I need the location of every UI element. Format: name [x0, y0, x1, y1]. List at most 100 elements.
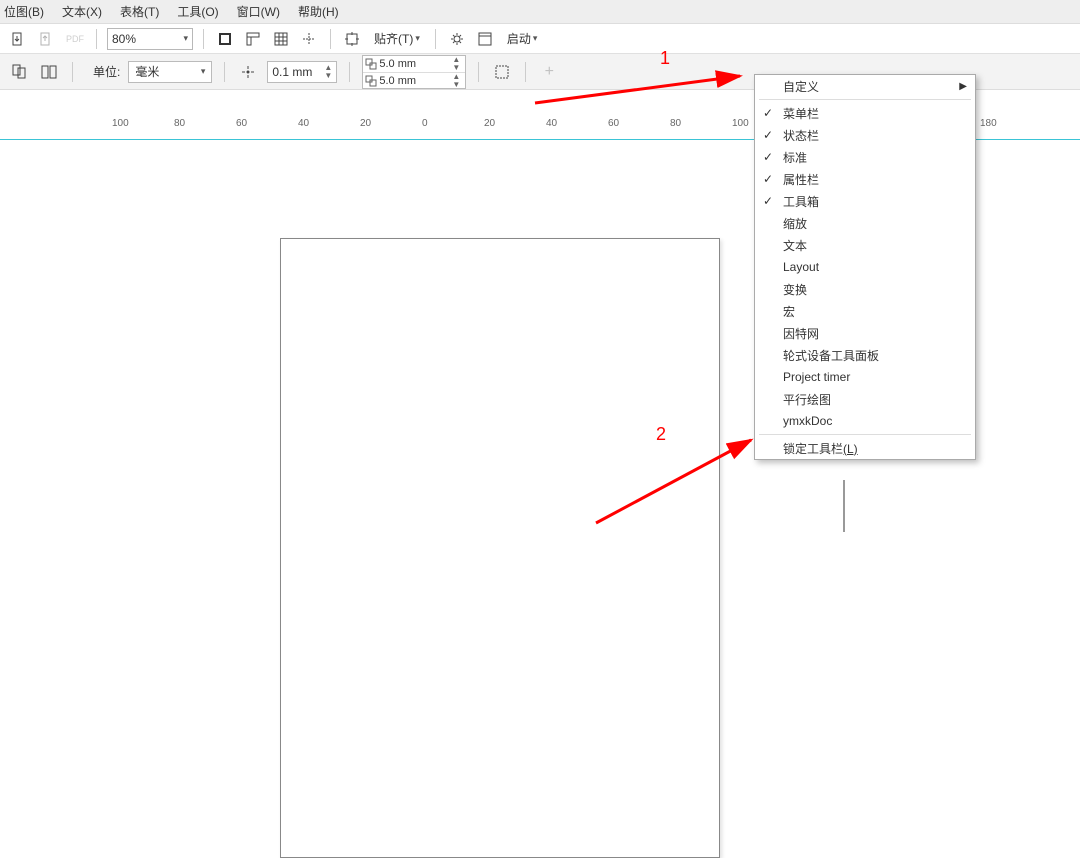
check-icon: ✓ — [763, 172, 773, 186]
unit-value: 毫米 — [135, 63, 159, 80]
toolbar-separator — [96, 29, 97, 49]
dup-y-icon — [365, 75, 377, 87]
zoom-value: 80% — [112, 32, 136, 46]
pdf-icon[interactable]: PDF — [64, 28, 86, 50]
menu-table[interactable]: 表格(T) — [120, 3, 159, 20]
cm-toolbar-item[interactable]: 轮式设备工具面板 — [755, 344, 975, 366]
cm-label: 工具箱 — [783, 193, 819, 210]
ruler-number: 40 — [298, 118, 309, 129]
spinner-icon[interactable]: ▲▼ — [449, 73, 463, 89]
cm-label: 轮式设备工具面板 — [783, 347, 879, 364]
orientation-landscape-icon[interactable] — [38, 61, 60, 83]
unit-label: 单位: — [93, 63, 120, 80]
cm-toolbar-item[interactable]: ✓ 工具箱 — [755, 190, 975, 212]
toolbar-separator — [478, 62, 479, 82]
chevron-down-icon: ▾ — [183, 33, 188, 44]
cm-label: 缩放 — [783, 215, 807, 232]
ruler-number: 60 — [236, 118, 247, 129]
nudge-anchor-icon[interactable] — [237, 61, 259, 83]
treat-as-filled-icon[interactable] — [491, 61, 513, 83]
dup-x-input[interactable]: 5.0 mm — [379, 58, 447, 70]
ruler-number: 100 — [732, 118, 749, 129]
menu-help[interactable]: 帮助(H) — [298, 3, 339, 20]
ruler-number: 0 — [422, 118, 428, 129]
cm-toolbar-item[interactable]: 平行绘图 — [755, 388, 975, 410]
cm-toolbar-item[interactable]: ✓ 菜单栏 — [755, 102, 975, 124]
import-icon[interactable] — [8, 28, 30, 50]
chevron-down-icon: ▾ — [201, 66, 206, 77]
cm-toolbar-item[interactable]: 因特网 — [755, 322, 975, 344]
ruler-number: 40 — [546, 118, 557, 129]
cm-toolbar-item[interactable]: ✓ 标准 — [755, 146, 975, 168]
cm-lock-toolbars[interactable]: 锁定工具栏(L) — [755, 437, 975, 459]
check-icon: ✓ — [763, 106, 773, 120]
cm-toolbar-item[interactable]: 宏 — [755, 300, 975, 322]
cm-toolbar-item[interactable]: Project timer — [755, 366, 975, 388]
toolbar-context-menu: 自定义 ▶ ✓菜单栏✓状态栏✓标准✓属性栏✓工具箱缩放文本Layout变换宏因特… — [754, 74, 976, 460]
cm-label: Project timer — [783, 370, 850, 384]
dup-x-icon — [365, 58, 377, 70]
check-icon: ✓ — [763, 194, 773, 208]
cm-toolbar-item[interactable]: 缩放 — [755, 212, 975, 234]
dup-y-input[interactable]: 5.0 mm — [379, 75, 447, 87]
cm-label: 菜单栏 — [783, 105, 819, 122]
cm-toolbar-item[interactable]: ✓ 状态栏 — [755, 124, 975, 146]
toolbar-separator — [72, 62, 73, 82]
cm-label: Layout — [783, 260, 819, 274]
toolbar-separator — [330, 29, 331, 49]
ruler-number: 80 — [670, 118, 681, 129]
rulers-icon[interactable] — [242, 28, 264, 50]
cm-toolbar-item[interactable]: 文本 — [755, 234, 975, 256]
grid-icon[interactable] — [270, 28, 292, 50]
ruler-number: 180 — [980, 118, 997, 129]
nudge-value: 0.1 mm — [272, 65, 312, 79]
launch-dropdown[interactable]: 启动 — [502, 28, 543, 50]
toolbar-separator — [349, 62, 350, 82]
cm-label: 状态栏 — [783, 127, 819, 144]
toolbar-separator — [525, 62, 526, 82]
cm-toolbar-item[interactable]: ✓属性栏 — [755, 168, 975, 190]
options-icon[interactable] — [446, 28, 468, 50]
fullscreen-icon[interactable] — [214, 28, 236, 50]
guides-icon[interactable] — [298, 28, 320, 50]
add-page-icon[interactable]: + — [538, 61, 560, 83]
cm-label: 自定义 — [783, 78, 819, 95]
cm-separator — [759, 99, 971, 100]
orientation-portrait-icon[interactable] — [8, 61, 30, 83]
menu-window[interactable]: 窗口(W) — [237, 3, 280, 20]
cm-toolbar-item[interactable]: Layout — [755, 256, 975, 278]
spinner-icon[interactable]: ▲▼ — [449, 56, 463, 72]
menu-tools[interactable]: 工具(O) — [177, 3, 218, 20]
export-icon[interactable] — [36, 28, 58, 50]
unit-combo[interactable]: 毫米 ▾ — [128, 61, 212, 83]
menu-text[interactable]: 文本(X) — [62, 3, 102, 20]
cm-customize[interactable]: 自定义 ▶ — [755, 75, 975, 97]
cm-label: 变换 — [783, 281, 807, 298]
ruler-number: 60 — [608, 118, 619, 129]
menubar: 位图(B) 文本(X) 表格(T) 工具(O) 窗口(W) 帮助(H) — [0, 0, 1080, 24]
document-page — [280, 238, 720, 858]
cm-label: ymxkDoc — [783, 414, 832, 428]
app-launcher-icon[interactable] — [474, 28, 496, 50]
snap-to-dropdown[interactable]: 贴齐(T) — [369, 28, 425, 50]
menu-bitmap[interactable]: 位图(B) — [4, 3, 44, 20]
cm-label: 锁定工具栏(L) — [783, 440, 858, 457]
cm-toolbar-item[interactable]: 变换 — [755, 278, 975, 300]
launch-label: 启动 — [507, 30, 531, 47]
toolbar-separator — [224, 62, 225, 82]
nudge-distance-input[interactable]: 0.1 mm ▲▼ — [267, 61, 337, 83]
check-icon: ✓ — [763, 150, 773, 164]
ruler-number: 100 — [112, 118, 129, 129]
snap-icon[interactable] — [341, 28, 363, 50]
ruler-number: 20 — [484, 118, 495, 129]
check-icon: ✓ — [763, 128, 773, 142]
cm-label: 标准 — [783, 149, 807, 166]
spinner-icon[interactable]: ▲▼ — [324, 64, 332, 80]
snap-label: 贴齐(T) — [374, 30, 413, 47]
toolbar-separator — [435, 29, 436, 49]
cm-label: 因特网 — [783, 325, 819, 342]
zoom-combo[interactable]: 80% ▾ — [107, 28, 193, 50]
docker-divider[interactable] — [843, 480, 845, 532]
cm-toolbar-item[interactable]: ymxkDoc — [755, 410, 975, 432]
cm-label: 宏 — [783, 303, 795, 320]
